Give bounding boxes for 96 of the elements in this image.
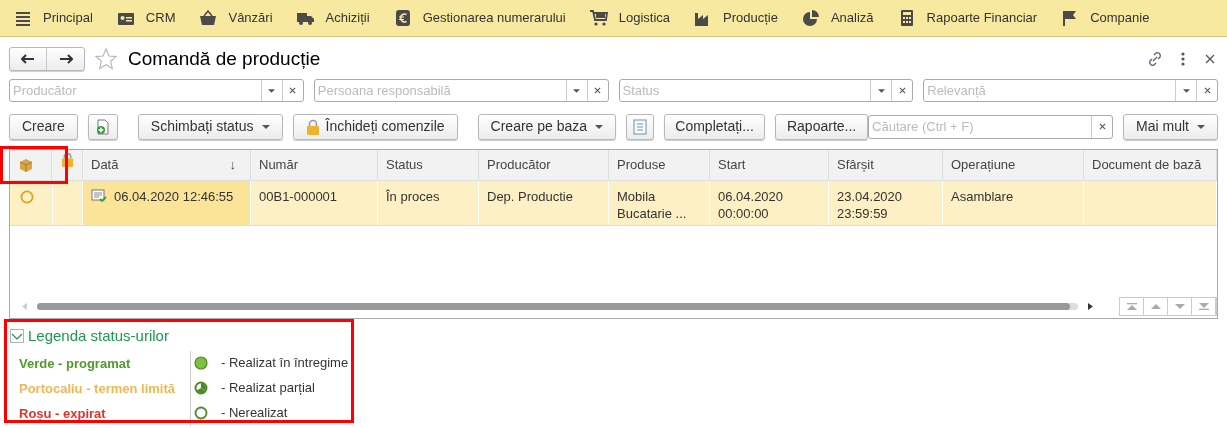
table-cell: 06.04.2020 00:00:00 (710, 181, 829, 225)
search-box[interactable]: Căutare (Ctrl + F) (868, 114, 1114, 139)
legend-toggle[interactable]: Legenda status-urilor (10, 325, 1217, 348)
menu-item[interactable]: CRM (116, 8, 176, 28)
clear-icon[interactable] (1203, 87, 1211, 94)
menu-item[interactable]: Achiziții (296, 8, 370, 28)
add-document-button[interactable] (87, 113, 118, 140)
filter-field[interactable]: Persoana responsabilă (314, 80, 566, 101)
table-cell: În proces (378, 181, 479, 225)
filter-field[interactable]: Status (619, 80, 871, 101)
table-cell: Mobila Bucatarie ... (609, 181, 710, 225)
menu-item[interactable]: Principal (14, 8, 93, 28)
filled-circle-icon (194, 356, 208, 370)
menu-item[interactable]: Producție (694, 8, 778, 28)
up-arrow-icon (1126, 302, 1137, 310)
truck-icon (296, 10, 315, 26)
menu-item[interactable]: Vânzări (199, 8, 273, 28)
column-header[interactable]: Sfârșit (829, 150, 943, 180)
forward-arrow-icon (58, 54, 73, 64)
complete-button[interactable]: Completați... (664, 113, 766, 140)
table-cell: 23.04.2020 23:59:59 (829, 181, 943, 225)
filter-combobox[interactable]: Producător (9, 79, 304, 102)
table-cell: Asamblare (943, 181, 1084, 225)
star-icon[interactable] (94, 47, 118, 71)
sort-arrow: ↓ (229, 156, 236, 175)
scroll-right-icon[interactable] (1088, 302, 1093, 310)
table-cell: Dep. Productie (479, 181, 609, 225)
table-cell: 06.04.2020 12:46:55 (83, 181, 251, 225)
clear-icon[interactable] (289, 87, 297, 94)
menu-item[interactable]: Gestionarea numerarului (393, 8, 566, 28)
legend-state-label: - Realizat în întregime (221, 354, 349, 373)
table-cell: 00B1-000001 (251, 181, 378, 225)
menu-item[interactable]: Logistica (589, 8, 670, 28)
pie-chart-icon (801, 10, 820, 26)
empty-circle-icon (194, 406, 208, 420)
caret-icon (595, 124, 604, 129)
close-icon[interactable] (1205, 54, 1215, 64)
change-status-button[interactable]: Schimbați status (137, 113, 283, 140)
caret-icon (1197, 124, 1205, 129)
close-orders-button[interactable]: Închideți comenzile (292, 113, 458, 140)
padlock-icon (61, 152, 75, 167)
dropdown-icon[interactable] (268, 88, 276, 93)
down-arrow-icon (1174, 302, 1185, 310)
more-button[interactable]: Mai mult (1123, 113, 1218, 140)
create-button[interactable]: Creare (9, 113, 78, 140)
legend-state-label: - Nerealizat (221, 404, 288, 423)
menu-icon (14, 10, 32, 26)
menu-item[interactable]: Analiză (801, 8, 874, 28)
dropdown-icon[interactable] (573, 88, 580, 93)
column-header[interactable]: Dată ↓ (83, 150, 251, 180)
legend-state-label: - Realizat parțial (221, 379, 315, 398)
basket-icon (199, 10, 218, 26)
more-options-icon[interactable] (1181, 52, 1185, 66)
search-field[interactable]: Căutare (Ctrl + F) (869, 115, 1092, 138)
filter-combobox[interactable]: Persoana responsabilă (313, 79, 609, 102)
column-header[interactable]: Număr (251, 150, 378, 180)
column-header[interactable]: Produse (609, 150, 710, 180)
partial-circle-icon (194, 381, 208, 395)
filter-combobox[interactable]: Relevanță (923, 79, 1218, 102)
caret-icon (261, 124, 270, 129)
clear-icon[interactable] (898, 87, 906, 94)
legend-color-label: Roșu - expirat (19, 404, 107, 423)
currency-icon (393, 10, 412, 26)
filter-field[interactable]: Producător (10, 80, 261, 101)
filter-field[interactable]: Relevanță (924, 80, 1175, 101)
create-based-on-button[interactable]: Creare pe baza (477, 113, 617, 140)
column-header[interactable]: Producător (479, 150, 609, 180)
column-header[interactable]: Operațiune (943, 150, 1084, 180)
dropdown-icon[interactable] (877, 88, 885, 93)
legend-color-label: Verde - programat (19, 354, 132, 373)
highlight-frame (0, 146, 68, 184)
column-header[interactable]: Status (378, 150, 479, 180)
horizontal-scrollbar[interactable] (36, 302, 1079, 310)
box-icon (19, 158, 33, 172)
menu-item[interactable]: Rapoarte Financiar (897, 8, 1038, 28)
link-icon[interactable] (1147, 51, 1163, 67)
down-arrow-icon (1198, 302, 1209, 310)
posted-document-icon (91, 189, 107, 203)
add-document-icon (94, 118, 111, 135)
reports-button[interactable]: Rapoarte... (775, 113, 869, 140)
page-title: Comandă de producție (128, 46, 321, 71)
up-arrow-icon (1150, 302, 1161, 310)
filter-combobox[interactable]: Status (618, 79, 914, 102)
cart-icon (589, 10, 608, 26)
document-icon (633, 118, 648, 135)
legend-color-label: Portocaliu - termen limită (19, 379, 177, 398)
padlock-icon (305, 118, 320, 135)
table-row[interactable]: 06.04.2020 12:46:55 00B1-000001 În proces Dep. Productie Mobila Bucatarie ... 06.04.2020 00:00:00 23.04.2020 23:59:59 Asamblare (10, 181, 1217, 226)
clear-icon[interactable] (594, 87, 601, 94)
dropdown-icon[interactable] (1182, 88, 1190, 93)
column-header[interactable]: Document de bază (1084, 150, 1217, 180)
back-arrow-icon (21, 54, 35, 64)
menu-item[interactable]: Companie (1061, 8, 1150, 28)
clear-icon[interactable] (1098, 123, 1106, 130)
contact-card-icon (116, 10, 135, 26)
column-header[interactable]: Start (710, 150, 829, 180)
